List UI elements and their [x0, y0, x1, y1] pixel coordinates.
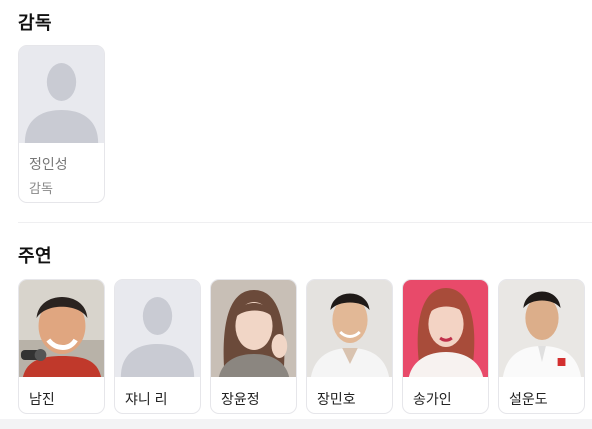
person-name: 송가인: [413, 391, 452, 407]
person-role: 감독: [29, 181, 53, 196]
person-name: 장윤정: [221, 391, 260, 407]
person-name: 설운도: [509, 391, 548, 407]
section-title-director: 감독: [18, 13, 53, 33]
profile-placeholder-icon: [19, 46, 104, 143]
section-title-cast: 주연: [18, 246, 53, 266]
person-photo: [403, 280, 488, 377]
person-photo: [499, 280, 584, 377]
bottom-divider: [0, 419, 592, 429]
person-name: 남진: [29, 391, 55, 407]
cast-card-seol-undo[interactable]: 설운도: [498, 279, 585, 414]
cast-card-jang-minho[interactable]: 장민호: [306, 279, 393, 414]
person-name: 정인성: [29, 156, 68, 172]
person-name: 쟈니 리: [125, 391, 168, 407]
cast-card-johnny-lee[interactable]: 쟈니 리: [114, 279, 201, 414]
profile-placeholder-icon: [115, 280, 200, 377]
cast-card-namjin[interactable]: 남진: [18, 279, 105, 414]
person-photo: [307, 280, 392, 377]
cast-card-song-gain[interactable]: 송가인: [402, 279, 489, 414]
cast-card-jang-yunjeong[interactable]: 장윤정: [210, 279, 297, 414]
person-name: 장민호: [317, 391, 356, 407]
section-divider: [18, 222, 592, 223]
director-card[interactable]: 정인성 감독: [18, 45, 105, 203]
person-photo: [211, 280, 296, 377]
person-photo: [19, 280, 104, 377]
